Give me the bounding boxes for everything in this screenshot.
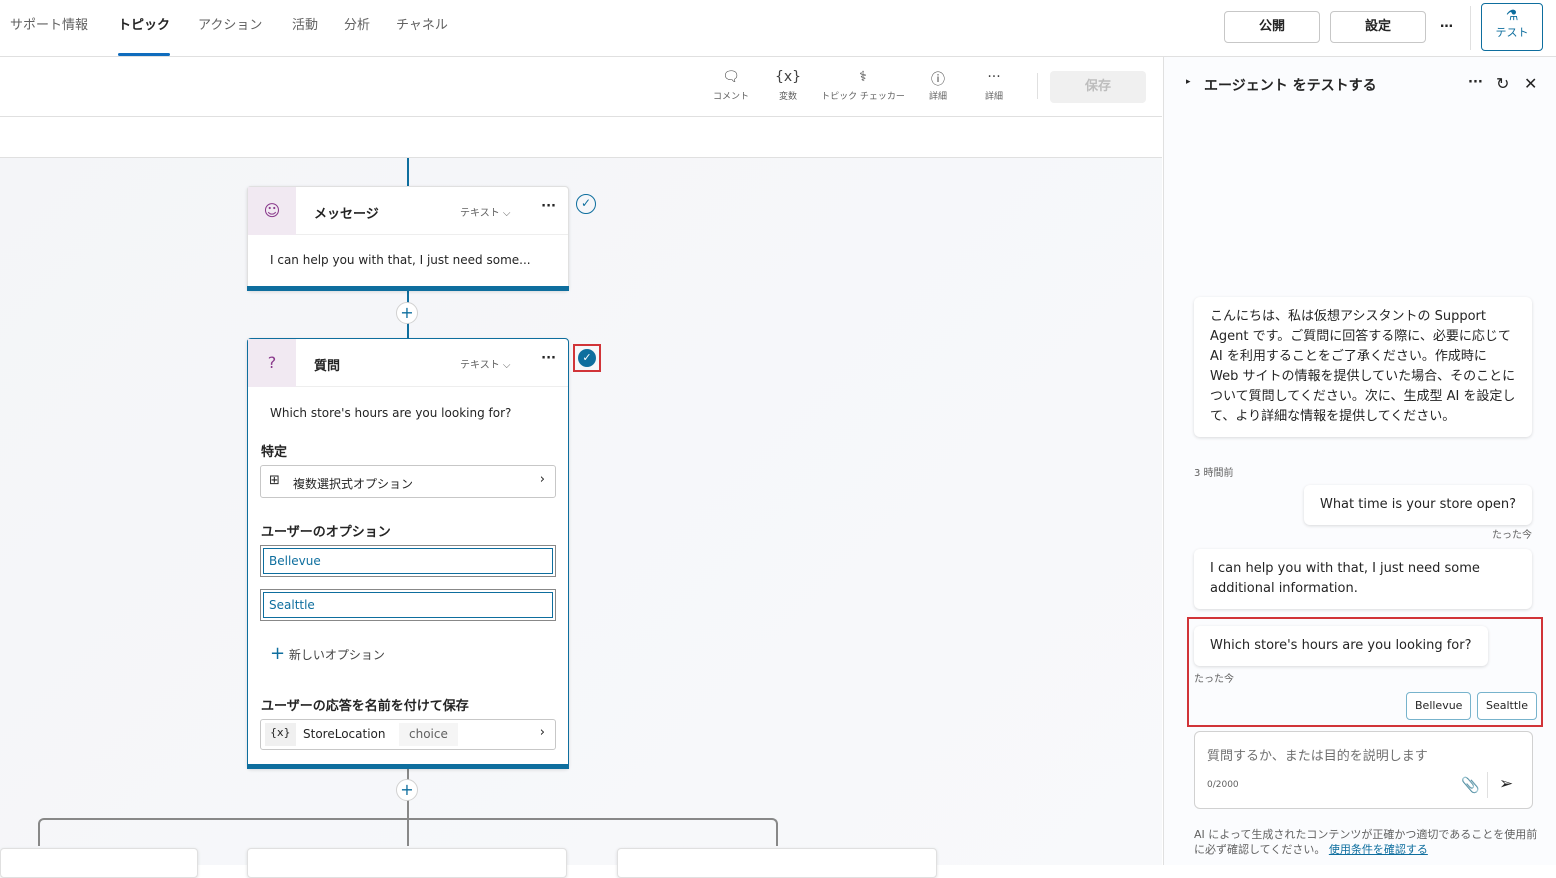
variable-type: choice <box>399 723 458 746</box>
node-accent-bar <box>247 286 569 291</box>
new-option-button[interactable]: + 新しいオプション <box>270 643 385 664</box>
choice-chip[interactable]: Sealttle <box>1477 692 1537 720</box>
type-dropdown[interactable]: テキスト ⌵ <box>460 356 510 371</box>
comment-button[interactable]: 🗨 コメント <box>708 69 754 102</box>
send-icon[interactable]: ➢ <box>1499 774 1513 794</box>
tab-analytics[interactable]: 分析 <box>344 0 370 56</box>
variable-name: StoreLocation <box>303 727 386 741</box>
node-title: メッセージ <box>314 207 379 222</box>
panel-more-button[interactable]: ··· <box>1468 75 1483 90</box>
input-placeholder: 質問するか、または目的を説明します <box>1207 749 1428 764</box>
node-header: ? 質問 テキスト ⌵ ··· <box>248 339 568 387</box>
details-label: 詳細 <box>928 92 947 102</box>
options-label: ユーザーのオプション <box>261 525 391 540</box>
info-icon: ⓘ <box>931 72 945 88</box>
test-label: テスト <box>1495 26 1529 39</box>
more-button[interactable]: … <box>1440 16 1453 31</box>
stethoscope-icon: ⚕ <box>859 69 867 85</box>
test-button[interactable]: ⚗ テスト <box>1481 3 1543 51</box>
publish-button[interactable]: 公開 <box>1224 11 1320 43</box>
refresh-icon[interactable]: ↻ <box>1496 74 1509 93</box>
node-header: ☺ メッセージ テキスト ⌵ ··· <box>248 187 568 235</box>
node-more-button[interactable]: ··· <box>541 199 556 214</box>
more-label: 詳細 <box>984 92 1003 102</box>
panel-title: エージェント をテストする <box>1204 78 1377 94</box>
top-nav: サポート情報 トピック アクション 活動 分析 チャネル 公開 設定 … ⚗ テ… <box>0 0 1556 57</box>
variable-selector[interactable]: {x} StoreLocation choice › <box>260 719 556 750</box>
message-text[interactable]: I can help you with that, I just need so… <box>270 253 531 267</box>
canvas-header <box>0 117 1162 158</box>
chat-input[interactable]: 質問するか、または目的を説明します 0/2000 📎 ➢ <box>1194 731 1533 809</box>
variables-button[interactable]: {x} 変数 <box>770 69 806 102</box>
node-more-button[interactable]: ··· <box>541 351 556 366</box>
tab-topics[interactable]: トピック <box>118 0 171 56</box>
node-title: 質問 <box>314 359 341 374</box>
question-node[interactable]: ? 質問 テキスト ⌵ ··· Which store's hours are … <box>247 338 569 769</box>
test-agent-panel: ▸ エージェント をテストする ··· ↻ ✕ こんにちは、私は仮想アシスタント… <box>1163 57 1556 865</box>
tab-activity[interactable]: 活動 <box>292 0 318 56</box>
branch-node[interactable] <box>0 848 198 878</box>
terms-link[interactable]: 使用条件を確認する <box>1329 843 1428 856</box>
type-dropdown[interactable]: テキスト ⌵ <box>460 204 510 219</box>
variables-label: 変数 <box>778 92 797 102</box>
more-details-button[interactable]: ··· 詳細 <box>978 69 1010 102</box>
identify-label: 特定 <box>261 445 288 460</box>
attach-icon[interactable]: 📎 <box>1461 776 1480 794</box>
topic-toolbar: 🗨 コメント {x} 変数 ⚕ トピック チェッカー ⓘ 詳細 ··· 詳細 保存 <box>0 57 1162 117</box>
node-accent-bar <box>247 764 569 769</box>
save-button[interactable]: 保存 <box>1050 71 1146 103</box>
connector <box>407 818 409 846</box>
option-input[interactable]: Bellevue <box>260 545 556 577</box>
collapse-icon[interactable]: ▸ <box>1186 77 1191 87</box>
identify-selector[interactable]: ⊞ 複数選択式オプション › <box>260 465 556 498</box>
more-icon: ··· <box>987 69 1001 85</box>
bot-message: こんにちは、私は仮想アシスタントの Support Agent です。ご質問に回… <box>1194 297 1532 437</box>
comment-icon: 🗨 <box>722 69 740 85</box>
tab-channels[interactable]: チャネル <box>396 0 448 56</box>
check-circle-icon: ✓ <box>576 194 596 214</box>
highlight-box: ✓ <box>573 344 601 372</box>
branch-node[interactable] <box>247 848 567 878</box>
timestamp: たった今 <box>1194 674 1234 685</box>
timestamp: たった今 <box>1492 530 1532 541</box>
check-circle-filled-icon: ✓ <box>578 349 596 367</box>
bot-message: I can help you with that, I just need so… <box>1194 549 1532 609</box>
message-node[interactable]: ☺ メッセージ テキスト ⌵ ··· I can help you with t… <box>247 186 569 291</box>
topic-checker-button[interactable]: ⚕ トピック チェッカー <box>814 69 912 102</box>
chevron-right-icon: › <box>539 472 545 487</box>
variable-icon: {x} <box>265 723 296 746</box>
divider <box>1037 73 1038 99</box>
checker-label: トピック チェッカー <box>821 92 905 102</box>
divider <box>1487 772 1488 798</box>
save-response-label: ユーザーの応答を名前を付けて保存 <box>261 699 469 714</box>
plus-icon: + <box>270 643 286 664</box>
options-icon: ⊞ <box>269 473 280 488</box>
add-node-button[interactable]: + <box>396 779 418 801</box>
authoring-canvas[interactable] <box>0 118 1162 865</box>
add-node-button[interactable]: + <box>396 302 418 324</box>
flask-icon: ⚗ <box>1505 8 1519 24</box>
message-icon: ☺ <box>248 187 296 235</box>
variable-icon: {x} <box>774 69 802 85</box>
branch-node[interactable] <box>617 848 937 878</box>
question-icon: ? <box>248 339 296 387</box>
char-counter: 0/2000 <box>1207 780 1239 790</box>
question-text[interactable]: Which store's hours are you looking for? <box>270 406 511 420</box>
close-icon[interactable]: ✕ <box>1524 74 1537 93</box>
details-button[interactable]: ⓘ 詳細 <box>922 69 954 102</box>
user-message: What time is your store open? <box>1303 485 1532 525</box>
chevron-right-icon: › <box>539 725 545 740</box>
connector <box>407 158 409 186</box>
option-input[interactable]: Sealttle <box>260 589 556 621</box>
tab-knowledge[interactable]: サポート情報 <box>10 0 88 56</box>
bot-message: Which store's hours are you looking for? <box>1194 626 1488 666</box>
disclaimer: AI によって生成されたコンテンツが正確かつ適切であることを使用前に必ず確認して… <box>1194 828 1538 856</box>
comment-label: コメント <box>712 92 749 102</box>
divider <box>1470 6 1471 50</box>
identify-value: 複数選択式オプション <box>293 477 414 491</box>
timestamp: 3 時間前 <box>1194 468 1234 479</box>
tab-actions[interactable]: アクション <box>198 0 262 56</box>
choice-chip[interactable]: Bellevue <box>1406 692 1472 720</box>
settings-button[interactable]: 設定 <box>1330 11 1426 43</box>
